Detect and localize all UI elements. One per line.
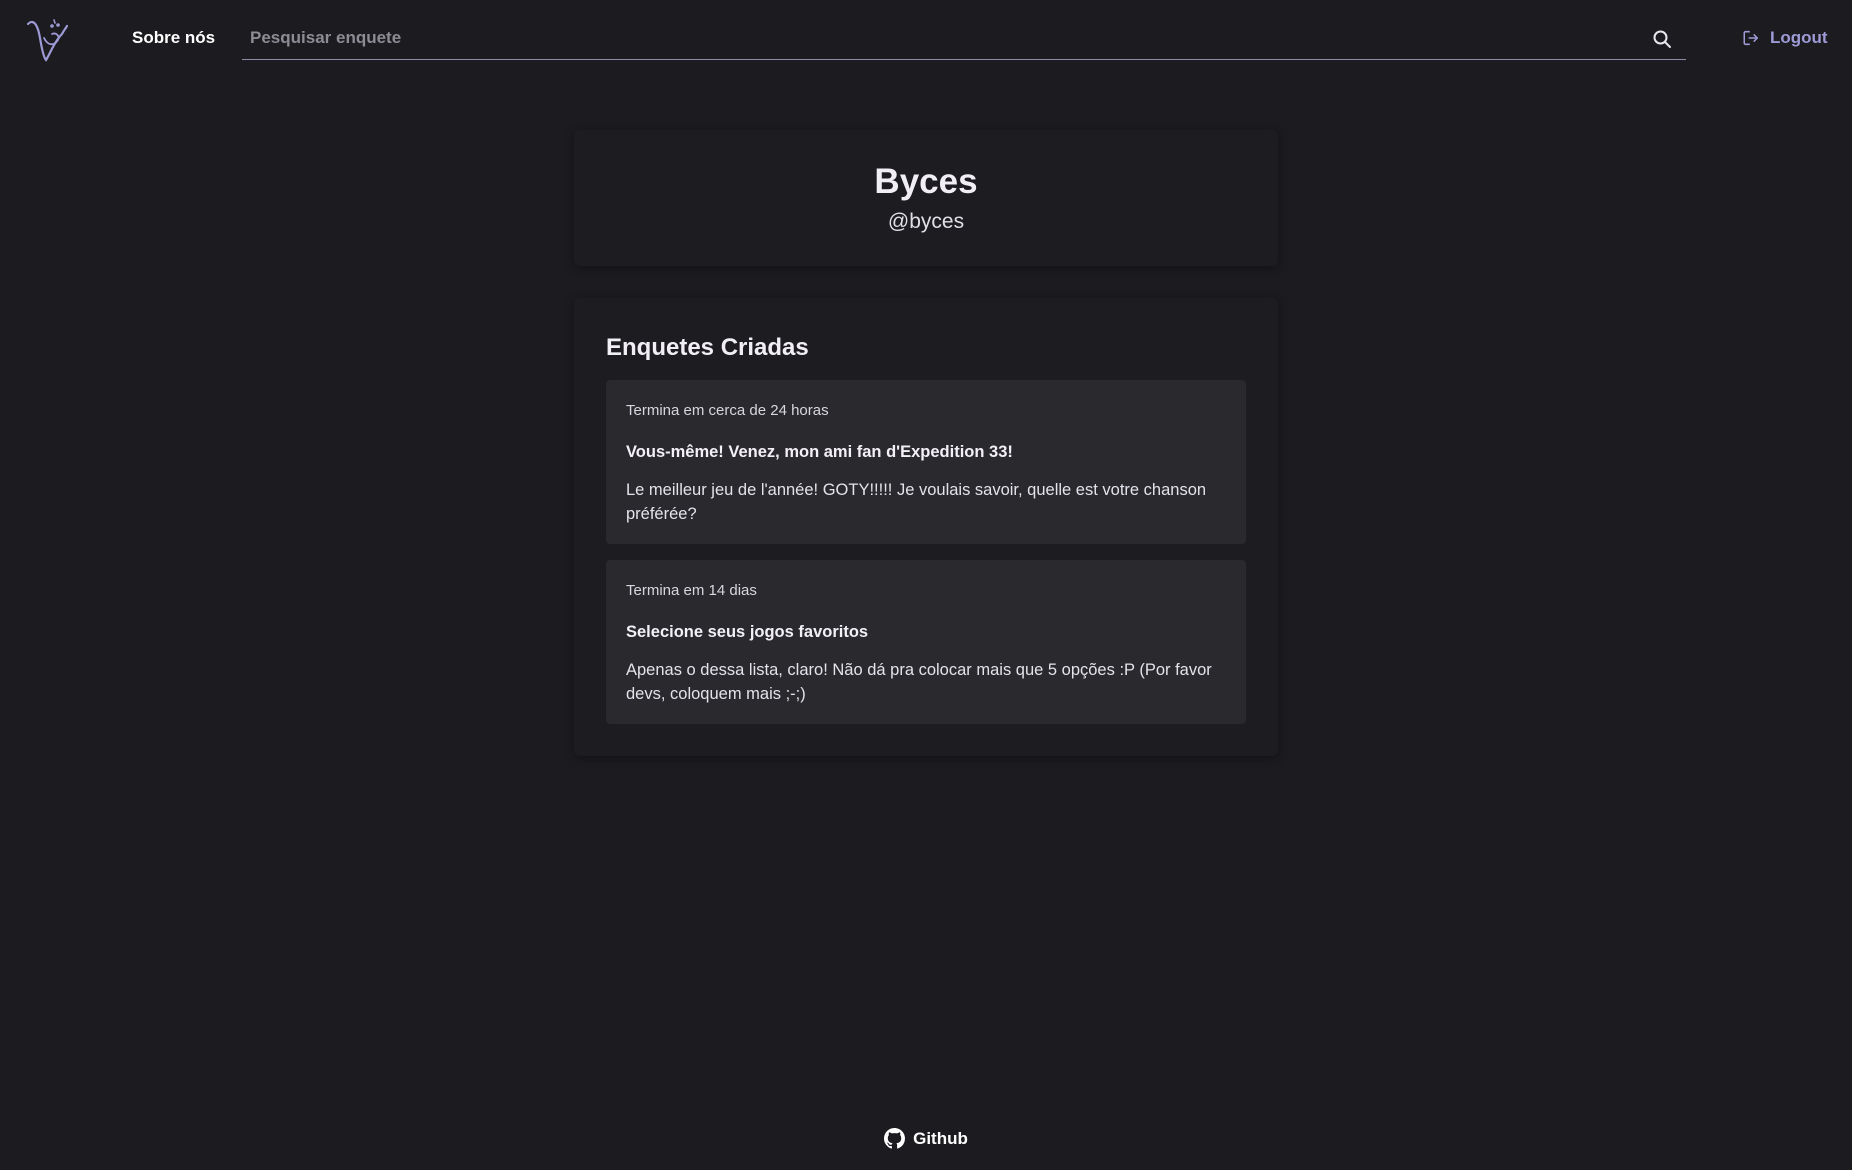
vote-logo-icon[interactable] bbox=[24, 16, 74, 64]
profile-handle: @byces bbox=[887, 210, 965, 233]
poll-deadline: Termina em cerca de 24 horas bbox=[626, 402, 829, 419]
logout-button[interactable]: Logout bbox=[1742, 27, 1828, 49]
profile-card: Byces @byces bbox=[574, 130, 1278, 266]
github-link[interactable]: Github bbox=[884, 1128, 968, 1149]
nav-about-link[interactable]: Sobre nós bbox=[132, 28, 215, 48]
search-bar bbox=[242, 18, 1686, 60]
logout-label: Logout bbox=[1770, 28, 1828, 47]
github-icon bbox=[884, 1128, 906, 1149]
poll-deadline: Termina em 14 dias bbox=[626, 582, 757, 599]
footer: Github bbox=[0, 1128, 1852, 1149]
search-input[interactable] bbox=[242, 18, 1686, 58]
created-polls-section: Enquetes Criadas Termina em cerca de 24 … bbox=[574, 298, 1278, 756]
poll-description: Apenas o dessa lista, claro! Não dá pra … bbox=[626, 661, 1212, 703]
poll-card[interactable]: Termina em cerca de 24 horas Vous-même! … bbox=[606, 380, 1246, 544]
top-navigation-bar: Sobre nós Logout bbox=[0, 0, 1852, 80]
poll-title: Vous-même! Venez, mon ami fan d'Expediti… bbox=[626, 443, 1013, 461]
search-icon[interactable] bbox=[1652, 29, 1672, 49]
profile-name: Byces bbox=[874, 162, 978, 201]
poll-title: Selecione seus jogos favoritos bbox=[626, 623, 869, 641]
github-label: Github bbox=[913, 1128, 968, 1148]
section-title: Enquetes Criadas bbox=[606, 334, 809, 361]
logout-icon bbox=[1743, 30, 1759, 46]
poll-card[interactable]: Termina em 14 dias Selecione seus jogos … bbox=[606, 560, 1246, 724]
poll-description: Le meilleur jeu de l'année! GOTY!!!!! Je… bbox=[626, 481, 1207, 523]
